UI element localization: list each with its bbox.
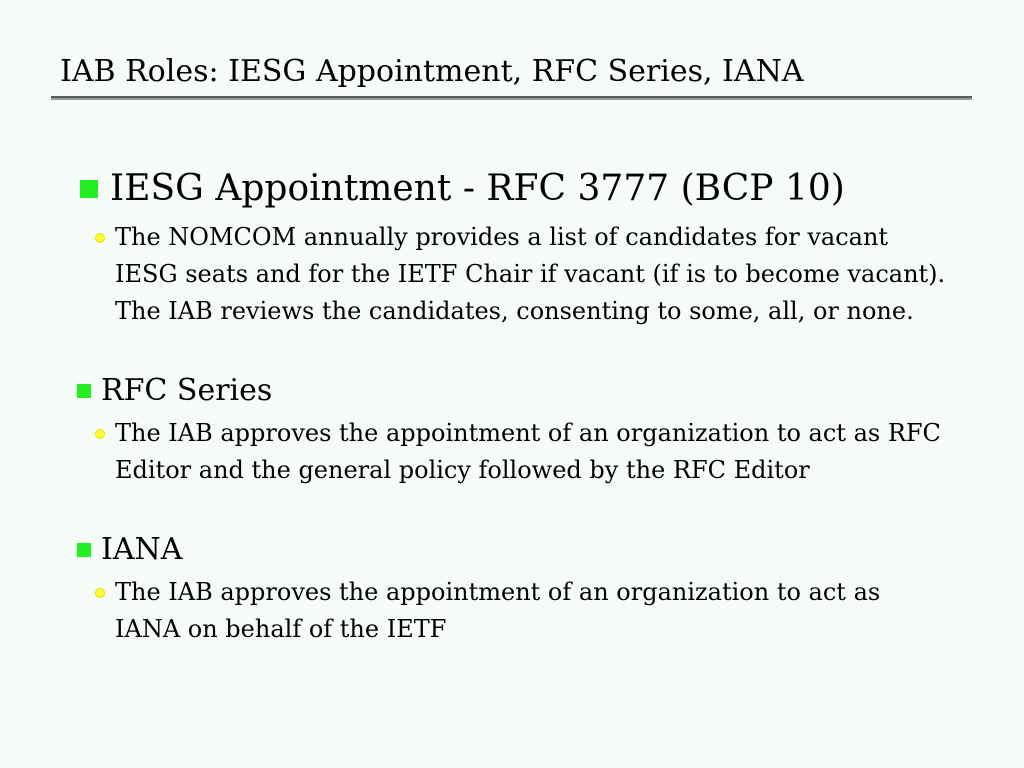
section-heading: RFC Series xyxy=(101,373,273,408)
body-line: The IAB approves the appointment of an o… xyxy=(115,578,881,606)
body-line: The IAB approves the appointment of an o… xyxy=(115,419,941,447)
slide: IAB Roles: IESG Appointment, RFC Series,… xyxy=(0,0,1024,768)
body-line: The IAB reviews the candidates, consenti… xyxy=(115,297,914,325)
round-bullet-icon xyxy=(95,588,105,598)
section-body: The IAB approves the appointment of an o… xyxy=(115,574,880,648)
section-body: The IAB approves the appointment of an o… xyxy=(115,415,941,489)
body-line: The NOMCOM annually provides a list of c… xyxy=(115,223,889,251)
slide-title: IAB Roles: IESG Appointment, RFC Series,… xyxy=(60,54,804,89)
square-bullet-icon xyxy=(77,543,91,557)
body-line: IESG seats and for the IETF Chair if vac… xyxy=(115,260,946,288)
section-heading: IESG Appointment - RFC 3777 (BCP 10) xyxy=(110,168,845,209)
square-bullet-icon xyxy=(77,384,91,398)
section-heading: IANA xyxy=(101,532,183,567)
body-line: IANA on behalf of the IETF xyxy=(115,615,447,643)
round-bullet-icon xyxy=(95,429,105,439)
title-divider xyxy=(51,96,972,100)
section-body: The NOMCOM annually provides a list of c… xyxy=(115,219,945,330)
body-line: Editor and the general policy followed b… xyxy=(115,456,810,484)
square-bullet-icon xyxy=(80,180,98,198)
round-bullet-icon xyxy=(95,233,105,243)
